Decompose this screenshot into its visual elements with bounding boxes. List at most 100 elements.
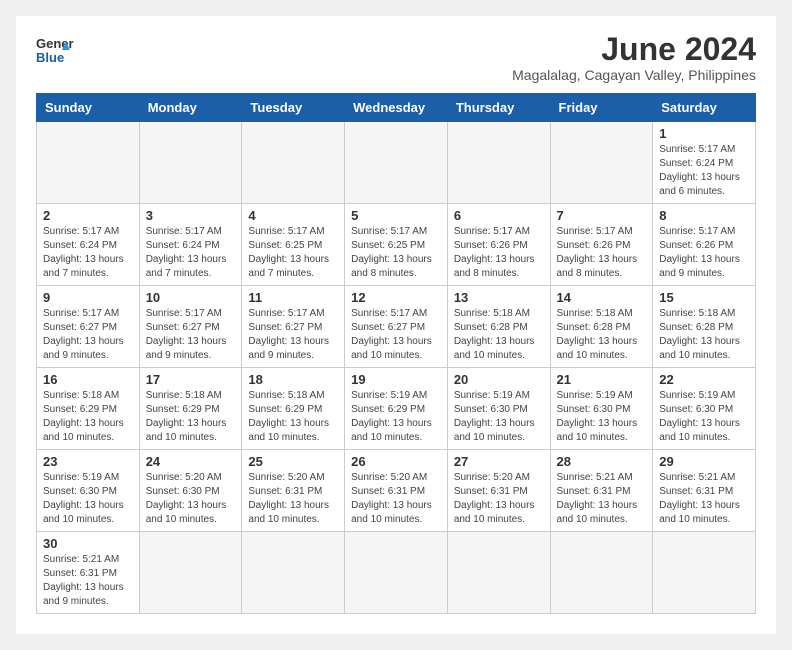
header: General Blue June 2024 Magalalag, Cagaya… xyxy=(36,32,756,83)
day-info: Sunrise: 5:21 AMSunset: 6:31 PMDaylight:… xyxy=(43,553,133,609)
table-row: 1 Sunrise: 5:17 AMSunset: 6:24 PMDaylight… xyxy=(653,122,756,204)
table-row: 14Sunrise: 5:18 AMSunset: 6:28 PMDayligh… xyxy=(550,286,653,368)
day-info: Sunrise: 5:18 AMSunset: 6:28 PMDaylight:… xyxy=(454,307,544,363)
col-friday: Friday xyxy=(550,94,653,122)
calendar-table: Sunday Monday Tuesday Wednesday Thursday… xyxy=(36,93,756,614)
table-row xyxy=(345,532,448,614)
day-info: Sunrise: 5:17 AMSunset: 6:27 PMDaylight:… xyxy=(43,307,133,363)
day-number: 26 xyxy=(351,454,441,469)
day-info: Sunrise: 5:17 AMSunset: 6:25 PMDaylight:… xyxy=(248,225,338,281)
calendar-header: Sunday Monday Tuesday Wednesday Thursday… xyxy=(37,94,756,122)
table-row: 15Sunrise: 5:18 AMSunset: 6:28 PMDayligh… xyxy=(653,286,756,368)
day-info: Sunrise: 5:20 AMSunset: 6:30 PMDaylight:… xyxy=(146,471,236,527)
table-row xyxy=(139,532,242,614)
table-row: 25 Sunrise: 5:20 AMSunset: 6:31 PMDayligh… xyxy=(242,450,345,532)
table-row: 3Sunrise: 5:17 AMSunset: 6:24 PMDaylight… xyxy=(139,204,242,286)
table-row xyxy=(242,122,345,204)
logo-area: General Blue xyxy=(36,32,74,70)
table-row xyxy=(653,532,756,614)
day-number: 11 xyxy=(248,290,338,305)
day-info: Sunrise: 5:18 AMSunset: 6:29 PMDaylight:… xyxy=(248,389,338,445)
day-info: Sunrise: 5:19 AMSunset: 6:29 PMDaylight:… xyxy=(351,389,441,445)
col-wednesday: Wednesday xyxy=(345,94,448,122)
day-info: Sunrise: 5:18 AMSunset: 6:29 PMDaylight:… xyxy=(43,389,133,445)
table-row: 12Sunrise: 5:17 AMSunset: 6:27 PMDayligh… xyxy=(345,286,448,368)
day-info: Sunrise: 5:21 AMSunset: 6:31 PMDaylight:… xyxy=(557,471,647,527)
day-info: Sunrise: 5:19 AMSunset: 6:30 PMDaylight:… xyxy=(43,471,133,527)
day-number: 27 xyxy=(454,454,544,469)
table-row: 23 Sunrise: 5:19 AMSunset: 6:30 PMDayligh… xyxy=(37,450,140,532)
title-area: June 2024 Magalalag, Cagayan Valley, Phi… xyxy=(512,32,756,83)
day-number: 5 xyxy=(351,208,441,223)
table-row xyxy=(550,122,653,204)
day-number: 8 xyxy=(659,208,749,223)
day-number: 12 xyxy=(351,290,441,305)
table-row xyxy=(345,122,448,204)
day-info: Sunrise: 5:21 AMSunset: 6:31 PMDaylight:… xyxy=(659,471,749,527)
day-info: Sunrise: 5:20 AMSunset: 6:31 PMDaylight:… xyxy=(248,471,338,527)
day-info: Sunrise: 5:18 AMSunset: 6:28 PMDaylight:… xyxy=(659,307,749,363)
day-number: 9 xyxy=(43,290,133,305)
day-number: 24 xyxy=(146,454,236,469)
table-row: 28 Sunrise: 5:21 AMSunset: 6:31 PMDayligh… xyxy=(550,450,653,532)
day-info: Sunrise: 5:17 AMSunset: 6:24 PMDaylight:… xyxy=(659,143,749,199)
calendar-week-row: 1 Sunrise: 5:17 AMSunset: 6:24 PMDaylight… xyxy=(37,122,756,204)
day-number: 7 xyxy=(557,208,647,223)
table-row: 5Sunrise: 5:17 AMSunset: 6:25 PMDaylight… xyxy=(345,204,448,286)
col-tuesday: Tuesday xyxy=(242,94,345,122)
table-row xyxy=(550,532,653,614)
day-number: 20 xyxy=(454,372,544,387)
table-row: 4 Sunrise: 5:17 AMSunset: 6:25 PMDaylight… xyxy=(242,204,345,286)
day-number: 28 xyxy=(557,454,647,469)
col-sunday: Sunday xyxy=(37,94,140,122)
day-info: Sunrise: 5:17 AMSunset: 6:26 PMDaylight:… xyxy=(557,225,647,281)
header-row: Sunday Monday Tuesday Wednesday Thursday… xyxy=(37,94,756,122)
calendar-week-row: 30 Sunrise: 5:21 AMSunset: 6:31 PMDayligh… xyxy=(37,532,756,614)
day-number: 14 xyxy=(557,290,647,305)
calendar-week-row: 9 Sunrise: 5:17 AMSunset: 6:27 PMDaylight… xyxy=(37,286,756,368)
calendar-week-row: 2 Sunrise: 5:17 AMSunset: 6:24 PMDaylight… xyxy=(37,204,756,286)
day-number: 18 xyxy=(248,372,338,387)
col-saturday: Saturday xyxy=(653,94,756,122)
day-info: Sunrise: 5:18 AMSunset: 6:29 PMDaylight:… xyxy=(146,389,236,445)
month-title: June 2024 xyxy=(512,32,756,67)
table-row: 2 Sunrise: 5:17 AMSunset: 6:24 PMDaylight… xyxy=(37,204,140,286)
day-number: 2 xyxy=(43,208,133,223)
table-row xyxy=(447,122,550,204)
location-subtitle: Magalalag, Cagayan Valley, Philippines xyxy=(512,67,756,83)
table-row: 30 Sunrise: 5:21 AMSunset: 6:31 PMDayligh… xyxy=(37,532,140,614)
table-row: 7 Sunrise: 5:17 AMSunset: 6:26 PMDaylight… xyxy=(550,204,653,286)
svg-text:Blue: Blue xyxy=(36,50,64,65)
calendar-week-row: 16 Sunrise: 5:18 AMSunset: 6:29 PMDayligh… xyxy=(37,368,756,450)
generalblue-logo-icon: General Blue xyxy=(36,32,74,70)
table-row: 24 Sunrise: 5:20 AMSunset: 6:30 PMDayligh… xyxy=(139,450,242,532)
table-row xyxy=(139,122,242,204)
day-number: 25 xyxy=(248,454,338,469)
day-number: 23 xyxy=(43,454,133,469)
calendar-page: General Blue June 2024 Magalalag, Cagaya… xyxy=(16,16,776,634)
day-number: 19 xyxy=(351,372,441,387)
table-row: 8 Sunrise: 5:17 AMSunset: 6:26 PMDaylight… xyxy=(653,204,756,286)
col-monday: Monday xyxy=(139,94,242,122)
table-row: 26Sunrise: 5:20 AMSunset: 6:31 PMDayligh… xyxy=(345,450,448,532)
day-info: Sunrise: 5:17 AMSunset: 6:27 PMDaylight:… xyxy=(248,307,338,363)
table-row: 11 Sunrise: 5:17 AMSunset: 6:27 PMDayligh… xyxy=(242,286,345,368)
day-number: 1 xyxy=(659,126,749,141)
day-info: Sunrise: 5:17 AMSunset: 6:27 PMDaylight:… xyxy=(146,307,236,363)
day-info: Sunrise: 5:17 AMSunset: 6:24 PMDaylight:… xyxy=(43,225,133,281)
table-row: 21Sunrise: 5:19 AMSunset: 6:30 PMDayligh… xyxy=(550,368,653,450)
table-row: 17 Sunrise: 5:18 AMSunset: 6:29 PMDayligh… xyxy=(139,368,242,450)
day-number: 4 xyxy=(248,208,338,223)
day-info: Sunrise: 5:17 AMSunset: 6:26 PMDaylight:… xyxy=(659,225,749,281)
day-number: 21 xyxy=(557,372,647,387)
day-number: 30 xyxy=(43,536,133,551)
table-row: 6Sunrise: 5:17 AMSunset: 6:26 PMDaylight… xyxy=(447,204,550,286)
day-info: Sunrise: 5:17 AMSunset: 6:26 PMDaylight:… xyxy=(454,225,544,281)
day-number: 16 xyxy=(43,372,133,387)
day-info: Sunrise: 5:20 AMSunset: 6:31 PMDaylight:… xyxy=(454,471,544,527)
day-info: Sunrise: 5:19 AMSunset: 6:30 PMDaylight:… xyxy=(454,389,544,445)
day-number: 17 xyxy=(146,372,236,387)
day-info: Sunrise: 5:17 AMSunset: 6:24 PMDaylight:… xyxy=(146,225,236,281)
calendar-body: 1 Sunrise: 5:17 AMSunset: 6:24 PMDaylight… xyxy=(37,122,756,614)
table-row: 20 Sunrise: 5:19 AMSunset: 6:30 PMDayligh… xyxy=(447,368,550,450)
